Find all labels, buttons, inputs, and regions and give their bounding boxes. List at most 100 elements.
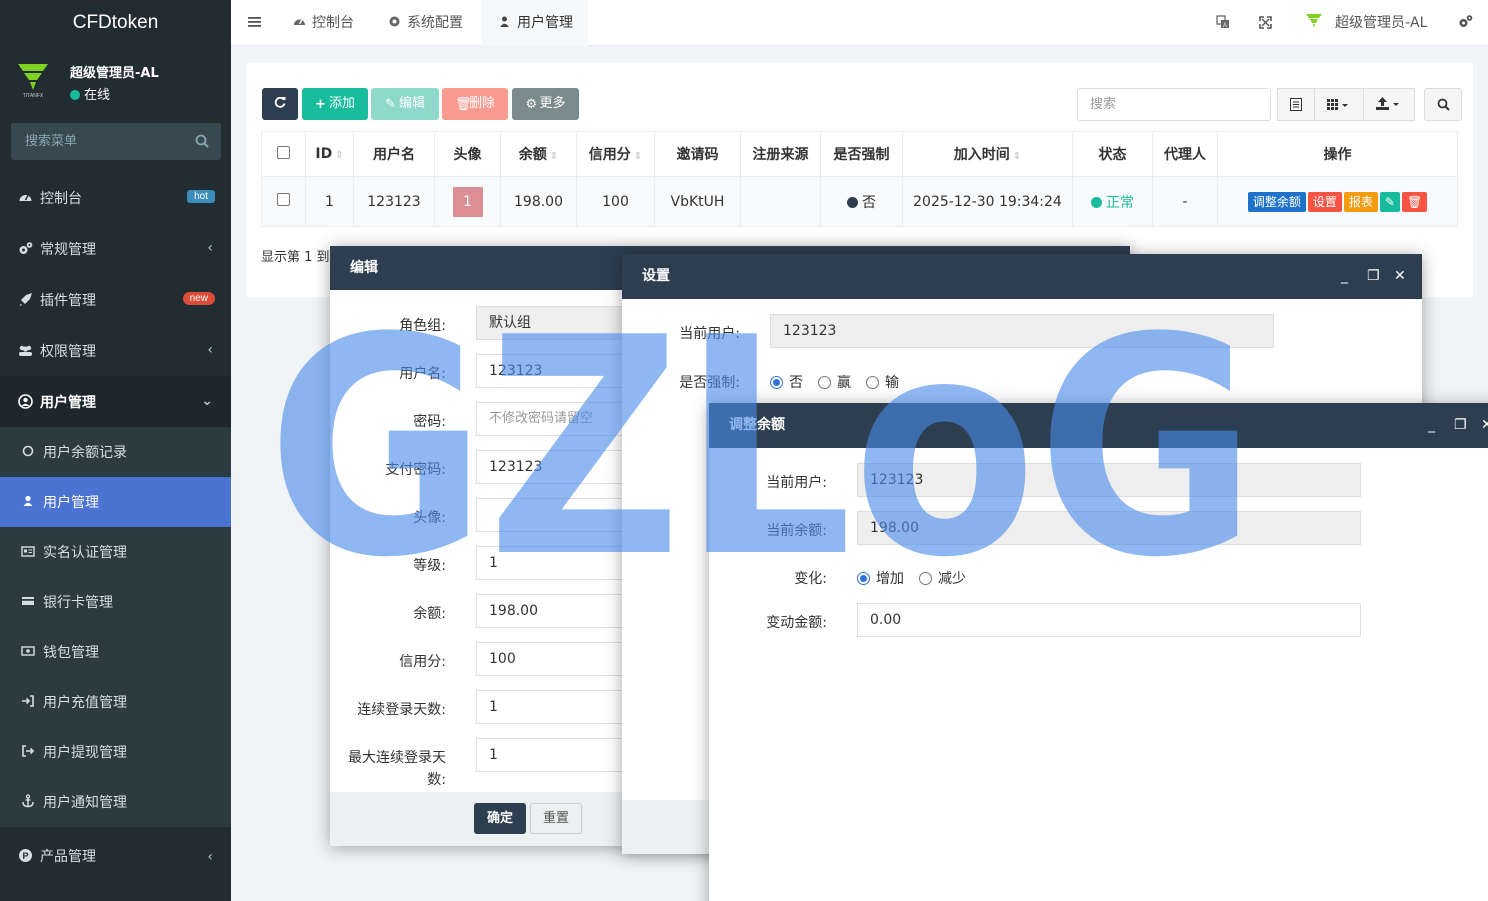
sidebar-subitem-recharge[interactable]: 用户充值管理 [0,677,231,727]
column-header-invite: 邀请码 [654,131,741,177]
forced-radio-no[interactable]: 否 [770,372,803,392]
tab-system-config[interactable]: 系统配置 [388,0,463,46]
user-circle-icon [18,394,33,409]
export-button[interactable] [1363,88,1415,121]
columns-button[interactable] [1314,88,1364,121]
sign-in-icon [22,695,34,707]
delete-button[interactable]: 🗑删除 [442,88,508,120]
minimize-icon[interactable]: _ [1341,254,1348,298]
forced-radio-win[interactable]: 赢 [818,372,851,392]
cell-agent: - [1152,176,1218,227]
field-label: 角色组: [399,318,446,334]
delete-label: 删除 [468,96,495,111]
delete-row-button[interactable]: 🗑 [1401,191,1428,212]
close-icon[interactable]: ✕ [1481,403,1488,447]
edit-row-button[interactable]: ✎ [1379,191,1400,212]
column-header-avatar: 头像 [434,131,501,177]
adjust-balance-button[interactable]: 调整余额 [1247,191,1306,212]
cell-source [740,176,821,227]
edit-button[interactable]: ✎ 编辑 [371,88,439,120]
column-header-id[interactable]: ID ⇕ [305,131,354,177]
change-radio-increase[interactable]: 增加 [857,568,904,588]
sidebar-subitem-notify[interactable]: 用户通知管理 [0,777,231,827]
product-p-icon: P [19,849,32,862]
column-header-label: ID [315,146,333,162]
radio-unchecked-icon [818,376,831,389]
header-user-menu[interactable]: 超级管理员-AL [1305,0,1427,46]
brand-title[interactable]: CFDtoken [0,0,231,46]
field-label: 当前用户: [766,475,827,491]
sidebar-item-dashboard[interactable]: 控制台 hot [0,172,231,223]
field-balance-current-user: 当前用户: 123123 [709,463,1488,497]
adjust-balance-dialog-title[interactable]: 调整余额 _ ❐ ✕ [709,403,1488,448]
cell-forced: 否 [820,176,903,227]
settings-dialog-title[interactable]: 设置 _ ❐ ✕ [622,254,1422,299]
row-checkbox[interactable] [277,193,290,206]
column-header-credit[interactable]: 信用分 ⇕ [576,131,655,177]
sign-out-icon [22,745,35,757]
column-header-label: 代理人 [1164,147,1206,163]
settings-row-button[interactable]: 设置 [1307,191,1342,212]
avatar[interactable]: 1 [452,186,483,217]
table-header-row: ID ⇕ 用户名 头像 余额 ⇕ 信用分 ⇕ 邀请码 注册来源 是否强制 加入时间 ⇕ … [261,131,1458,177]
column-header-balance[interactable]: 余额 ⇕ [500,131,577,177]
more-button[interactable]: ⚙ 更多 [512,88,579,120]
radio-unchecked-icon [919,572,932,585]
top-header: 控制台 系统配置 用户管理 A 超级管理员-AL [231,0,1488,46]
settings-button[interactable] [1458,0,1473,46]
amount-input[interactable]: 0.00 [857,603,1361,637]
tab-user-management[interactable]: 用户管理 [481,0,588,46]
sidebar-search-input[interactable] [11,123,221,160]
table-row[interactable]: 1 123123 1 198.00 100 VbKtUH 否 2025-12-3… [261,176,1458,227]
reset-button[interactable]: 重置 [530,803,582,834]
refresh-button[interactable] [262,88,298,120]
sidebar-subitem-withdraw[interactable]: 用户提现管理 [0,727,231,777]
select-all-checkbox[interactable] [277,145,290,159]
forced-radio-lose[interactable]: 输 [866,372,899,392]
sidebar-item-permissions[interactable]: 权限管理 ‹ [0,325,231,376]
sidebar-subitem-balance-log[interactable]: 用户余额记录 [0,427,231,477]
dashboard-icon [294,19,305,25]
cogs-icon [1459,15,1473,27]
fullscreen-button[interactable] [1259,0,1272,46]
sidebar-item-plugins[interactable]: 插件管理 new [0,274,231,325]
hot-badge: hot [187,190,215,203]
sidebar-subitem-realname[interactable]: 实名认证管理 [0,527,231,577]
sidebar-subitem-label: 用户管理 [43,495,99,511]
fullscreen-icon [1259,16,1272,29]
sidebar-item-products[interactable]: P 产品管理 ‹ [0,827,231,883]
sidebar-toggle-button[interactable] [248,0,261,46]
close-icon[interactable]: ✕ [1394,254,1406,298]
toggle-view-button[interactable] [1277,88,1315,121]
maximize-icon[interactable]: ❐ [1367,254,1380,298]
sidebar-item-users[interactable]: 用户管理 ⌄ [0,376,231,427]
column-header-joined[interactable]: 加入时间 ⇕ [902,131,1073,177]
header-user-name: 超级管理员-AL [1335,15,1428,31]
table-search-input[interactable] [1077,88,1271,121]
cell-invite: VbKtUH [654,176,741,227]
translate-button[interactable]: A [1216,0,1230,46]
credit-card-icon [22,597,34,605]
confirm-button[interactable]: 确定 [474,803,526,834]
field-amount: 变动金额: 0.00 [709,603,1488,637]
change-radio-decrease[interactable]: 减少 [919,568,966,588]
minimize-icon[interactable]: _ [1428,403,1435,447]
add-button[interactable]: + 添加 [302,88,368,120]
sidebar-subitem-user-management[interactable]: 用户管理 [0,477,231,527]
sidebar-subitem-wallet[interactable]: 钱包管理 [0,627,231,677]
sidebar-item-general[interactable]: 常规管理 ‹ [0,223,231,274]
field-label: 支付密码: [385,462,446,478]
field-current-balance: 当前余额: 198.00 [709,511,1488,545]
field-label-line2: 数: [427,772,446,788]
sidebar-subitem-bankcard[interactable]: 银行卡管理 [0,577,231,627]
group-icon [19,345,32,356]
dialog-title-label: 设置 [642,268,670,284]
sort-icon: ⇕ [335,150,344,161]
maximize-icon[interactable]: ❐ [1454,403,1467,447]
field-label-line1: 最大连续登录天 [348,750,446,766]
report-button[interactable]: 报表 [1343,191,1378,212]
tab-label: 系统配置 [407,15,463,31]
search-submit-button[interactable] [1424,88,1462,121]
search-icon[interactable] [195,134,209,148]
tab-dashboard[interactable]: 控制台 [293,0,354,46]
